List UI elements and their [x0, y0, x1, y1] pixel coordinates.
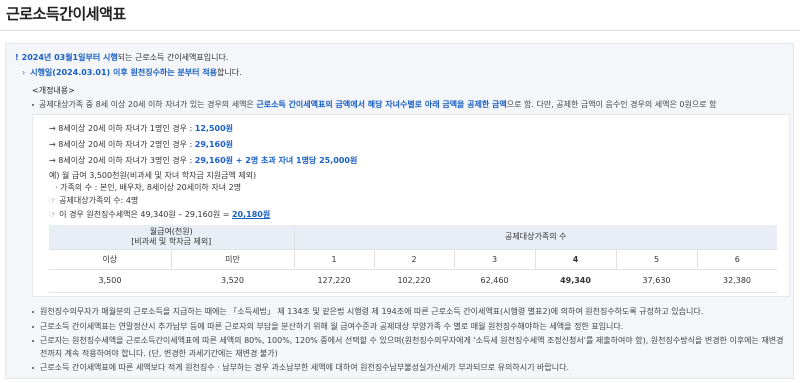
footnote-item: 원천징수의무자가 매월분의 근로소득을 지급하는 때에는 「소득세법」 제 13…	[32, 306, 787, 319]
pointing-hand-icon: ☞	[49, 210, 57, 219]
table-cell: 127,220	[294, 269, 374, 293]
deduction-count-line: ☞ 공제대상가족의 수: 4명	[49, 195, 138, 206]
child-one-value: 12,500원	[194, 124, 234, 133]
chevron-right-icon: ›	[22, 68, 26, 77]
col-over-header: 이상	[49, 249, 172, 270]
bullet-icon	[32, 103, 34, 106]
child-three-value: 29,160원 + 2명 초과 자녀 1명당 25,000원	[194, 156, 358, 165]
table-cell-over: 3,500	[49, 269, 171, 293]
child-two-text: → 8세이상 20세 이하 자녀가 2명인 경우 :	[49, 140, 195, 149]
footnote-text: 원천징수의무자가 매월분의 근로소득을 지급하는 때에는 「소득세법」 제 13…	[40, 307, 704, 316]
table-cell-highlight: 49,340	[535, 269, 616, 293]
child-three-line: → 8세이상 20세 이하 자녀가 3명인 경우 : 29,160원 + 2명 …	[49, 155, 357, 166]
child-two-value: 29,160원	[194, 140, 234, 149]
family-col-header: 2	[374, 249, 455, 270]
table-cell: 37,630	[616, 269, 697, 293]
tax-result-link[interactable]: 20,180원	[232, 210, 270, 219]
tax-table: 월급여(천원) [비과세 및 학자금 제외] 공제대상가족의 수 이상 미만 1…	[49, 225, 777, 293]
notice-effective-date-highlight: 2024년 03월1일부터 시행	[21, 53, 118, 62]
table-cell-under: 3,520	[171, 269, 294, 293]
family-col-header: 1	[294, 249, 375, 270]
table-cell: 62,460	[454, 269, 535, 293]
revision-desc-highlight: 근로소득 간이세액표의 금액에서 해당 자녀수별로 아래 금액을 공제한 금액	[256, 100, 507, 109]
title-divider	[0, 30, 800, 31]
family-col-header: 5	[616, 249, 698, 270]
child-three-text: → 8세이상 20세 이하 자녀가 3명인 경우 :	[49, 156, 195, 165]
example-box: → 8세이상 20세 이하 자녀가 1명인 경우 : 12,500원 → 8세이…	[32, 114, 790, 297]
exclamation-icon: !	[15, 53, 19, 62]
footnote-item: 근로소득 간이세액표에 따른 세액보다 적게 원천징수 · 납부하는 경우 과소…	[32, 362, 787, 375]
family-members-line: · 가족의 수 : 본인, 배우자, 8세이상 20세이하 자녀 2명	[55, 183, 242, 192]
family-count-header: 공제대상가족의 수	[294, 225, 777, 250]
page-title: 근로소득간이세액표	[6, 5, 126, 23]
child-one-text: → 8세이상 20세 이하 자녀가 1명인 경우 :	[49, 124, 195, 133]
example-heading: 예) 월 급여 3,500천원(비과세 및 자녀 학자금 지원금액 제외)	[49, 171, 257, 180]
footnote-item: 근로소득 간이세액표는 연말정산시 추가납부 등에 따른 근로자의 부담을 분산…	[32, 321, 787, 334]
salary-header-sublabel: [비과세 및 학자금 제외]	[131, 236, 212, 246]
salary-header: 월급여(천원) [비과세 및 학자금 제외]	[49, 225, 295, 250]
notice-application-highlight: 시행일(2024.03.01) 이후 원천징수하는 분부터 적용	[30, 68, 218, 77]
col-under-header: 미만	[171, 249, 295, 270]
pointing-hand-icon: ☞	[49, 196, 57, 205]
bullet-icon	[32, 311, 34, 313]
notice-effective-date-text: 되는 근로소득 간이세액표입니다.	[117, 53, 229, 62]
revision-label: <개정내용>	[32, 86, 75, 95]
table-cell: 32,380	[697, 269, 777, 293]
deduction-count-text: 공제대상가족의 수: 4명	[59, 196, 139, 205]
family-col-header: 4	[535, 249, 617, 270]
family-col-header: 3	[454, 249, 536, 270]
notice-application-text: 합니다.	[217, 68, 242, 77]
tax-calculation-line: ☞ 이 경우 원천징수세액은 49,340원 – 29,160원 = 20,180…	[49, 209, 270, 220]
footnote-text: 근로소득 간이세액표에 따른 세액보다 적게 원천징수 · 납부하는 경우 과소…	[40, 363, 569, 372]
notice-effective-date: ! 2024년 03월1일부터 시행되는 근로소득 간이세액표입니다.	[15, 52, 228, 63]
bullet-icon	[32, 367, 34, 369]
bullet-icon	[32, 340, 34, 342]
child-one-line: → 8세이상 20세 이하 자녀가 1명인 경우 : 12,500원	[49, 123, 233, 134]
footnote-item: 근로자는 원천징수세액을 근로소득간이세액표에 따른 세액의 80%, 100%…	[32, 335, 787, 360]
child-two-line: → 8세이상 20세 이하 자녀가 2명인 경우 : 29,160원	[49, 139, 233, 150]
info-panel: ! 2024년 03월1일부터 시행되는 근로소득 간이세액표입니다. › 시행일(…	[5, 43, 794, 379]
table-row: 3,500 3,520 127,220 102,220 62,460 49,34…	[49, 269, 777, 293]
table-cell: 102,220	[374, 269, 454, 293]
footnote-text: 근로소득 간이세액표는 연말정산시 추가납부 등에 따른 근로자의 부담을 분산…	[40, 321, 624, 331]
bullet-icon	[32, 325, 34, 328]
salary-header-label: 월급여(천원)	[149, 226, 193, 236]
revision-desc-pre: 공제대상가족 중 8세 이상 20세 이하 자녀가 있는 경우의 세액은	[39, 100, 257, 109]
notice-application: › 시행일(2024.03.01) 이후 원천징수하는 분부터 적용합니다.	[22, 67, 242, 78]
tax-calculation-text: 이 경우 원천징수세액은 49,340원 – 29,160원 =	[59, 210, 232, 219]
footnote-text: 근로자는 원천징수세액을 근로소득간이세액표에 따른 세액의 80%, 100%…	[40, 336, 784, 358]
family-col-header: 6	[697, 249, 777, 270]
revision-description: 공제대상가족 중 8세 이상 20세 이하 자녀가 있는 경우의 세액은 근로소…	[32, 99, 717, 110]
footnotes: 원천징수의무자가 매월분의 근로소득을 지급하는 때에는 「소득세법」 제 13…	[32, 306, 787, 377]
revision-desc-post: 으로 함. 다만, 공제한 금액이 음수인 경우의 세액은 0원으로 함	[506, 100, 717, 109]
